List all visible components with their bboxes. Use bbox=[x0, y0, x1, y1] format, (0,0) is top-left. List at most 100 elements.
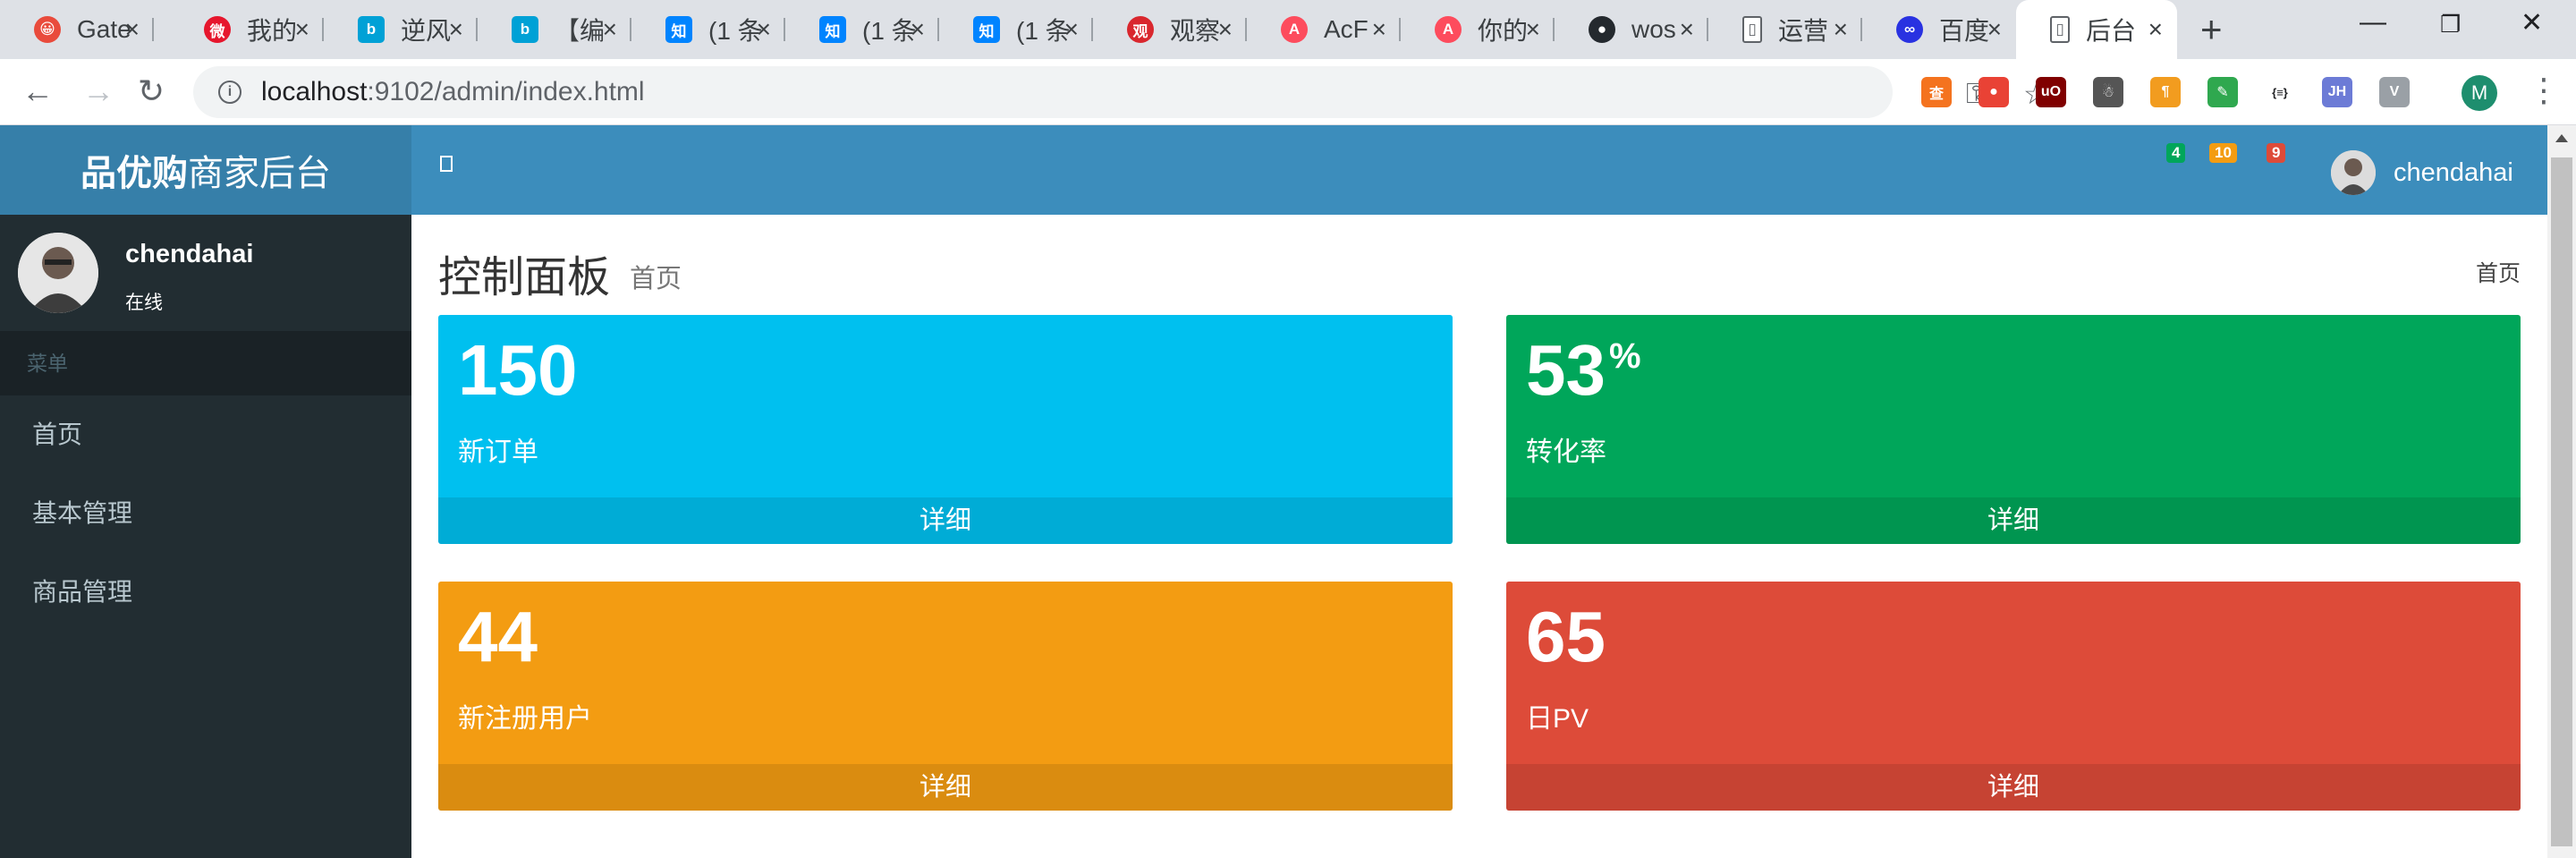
browser-tab[interactable]: b 逆风 × bbox=[324, 0, 478, 59]
header-avatar bbox=[2331, 150, 2376, 195]
user-avatar bbox=[18, 233, 98, 313]
page-scrollbar[interactable] bbox=[2547, 125, 2576, 858]
header-user-menu[interactable]: chendahai bbox=[2331, 150, 2513, 195]
close-window-button[interactable]: ✕ bbox=[2521, 7, 2543, 38]
extension-icon[interactable]: ☃ bbox=[2093, 77, 2123, 107]
tab-favicon-icon: ▯ bbox=[2050, 16, 2070, 43]
tab-close-icon[interactable]: × bbox=[449, 17, 463, 42]
browser-tab[interactable]: A AcF × bbox=[1247, 0, 1401, 59]
logo-text: 商家后台 bbox=[188, 154, 331, 193]
extension-icon[interactable]: V bbox=[2379, 77, 2410, 107]
stat-detail-link[interactable]: 详细 bbox=[438, 764, 1453, 811]
extension-icon[interactable]: JH bbox=[2322, 77, 2352, 107]
page-title: 控制面板 bbox=[438, 254, 611, 302]
tab-close-icon[interactable]: × bbox=[1218, 17, 1233, 42]
address-bar[interactable]: i localhost:9102/admin/index.html ⚿ ☆ bbox=[193, 66, 2049, 118]
tab-favicon-icon: 知 bbox=[973, 16, 1000, 43]
extension-icon[interactable]: uO bbox=[2036, 77, 2066, 107]
sidebar: chendahai 在线 菜单 首页 基本管理 商品管理 bbox=[0, 215, 411, 858]
tab-close-icon[interactable]: × bbox=[757, 17, 771, 42]
tab-favicon-icon: A bbox=[1281, 16, 1308, 43]
tab-title: 后台 bbox=[2086, 17, 2137, 45]
header-user-name: chendahai bbox=[2394, 157, 2513, 187]
tab-favicon-icon: 观 bbox=[1127, 16, 1154, 43]
tab-favicon-icon: ▯ bbox=[1742, 16, 1762, 43]
stat-number: 53 bbox=[1526, 330, 1606, 410]
minimize-button[interactable]: — bbox=[2360, 7, 2386, 38]
sidebar-menu-item[interactable]: 基本管理 bbox=[0, 474, 411, 553]
browser-tab[interactable]: 微我的 × bbox=[170, 0, 324, 59]
tab-favicon-icon: 😀 bbox=[34, 16, 61, 43]
notification-badge[interactable]: 10 bbox=[2209, 143, 2237, 163]
browser-tab[interactable]: ∞ 百度 × bbox=[1862, 0, 2016, 59]
back-icon[interactable]: ← bbox=[21, 73, 54, 109]
browser-tab[interactable]: 知 (1 条 × bbox=[785, 0, 939, 59]
browser-menu-icon[interactable]: ⋮ bbox=[2528, 72, 2560, 109]
scroll-up-icon[interactable] bbox=[2555, 134, 2568, 142]
extension-icon[interactable]: {≡} bbox=[2265, 77, 2295, 107]
browser-tab[interactable]: 知 (1 条 × bbox=[631, 0, 785, 59]
tab-close-icon[interactable]: × bbox=[1064, 17, 1079, 42]
url-path: :9102/admin/index.html bbox=[367, 77, 645, 106]
stat-number: 44 bbox=[458, 597, 538, 676]
extension-icon[interactable]: ¶ bbox=[2150, 77, 2181, 107]
browser-tab[interactable]: A 你的 × bbox=[1401, 0, 1555, 59]
tab-favicon-icon: 知 bbox=[665, 16, 692, 43]
forward-icon[interactable]: → bbox=[82, 73, 114, 109]
browser-tab[interactable]: 😀 Gate × bbox=[0, 0, 154, 59]
tab-close-icon[interactable]: × bbox=[125, 17, 140, 42]
page-subtitle: 首页 bbox=[630, 265, 682, 293]
stat-value: 150 bbox=[458, 329, 580, 412]
sidebar-menu-item[interactable]: 首页 bbox=[0, 395, 411, 474]
stat-card: 65 日PV 详细 bbox=[1506, 582, 2521, 811]
tab-close-icon[interactable]: × bbox=[1372, 17, 1386, 42]
tab-close-icon[interactable]: × bbox=[2148, 17, 2163, 42]
browser-tab[interactable]: b 【编 × bbox=[478, 0, 631, 59]
reload-icon[interactable]: ↻ bbox=[138, 73, 165, 109]
scrollbar-thumb[interactable] bbox=[2551, 157, 2572, 846]
new-tab-button[interactable]: + bbox=[2200, 11, 2223, 48]
tab-close-icon[interactable]: × bbox=[1834, 17, 1848, 42]
tab-favicon-icon: b bbox=[512, 16, 538, 43]
site-info-icon[interactable]: i bbox=[218, 81, 242, 104]
tab-favicon-icon: 微 bbox=[204, 16, 231, 43]
browser-tab[interactable]: ▯ 后台 × bbox=[2016, 0, 2177, 59]
stat-label: 新订单 bbox=[458, 437, 538, 467]
tab-close-icon[interactable]: × bbox=[603, 17, 617, 42]
main-content: 控制面板 首页 首页 150 新订单 详细 53% 转化率 详细 44 新注册用户 详细 65 日P… bbox=[411, 215, 2547, 858]
extension-icon[interactable]: ● bbox=[1979, 77, 2009, 107]
stat-card: 44 新注册用户 详细 bbox=[438, 582, 1453, 811]
stat-detail-link[interactable]: 详细 bbox=[1506, 764, 2521, 811]
sidebar-toggle-icon[interactable] bbox=[440, 156, 453, 172]
notification-badge[interactable]: 4 bbox=[2166, 143, 2186, 163]
notification-badge[interactable]: 9 bbox=[2267, 143, 2286, 163]
restore-button[interactable]: ❐ bbox=[2440, 11, 2461, 38]
browser-tab[interactable]: 知 (1 条 × bbox=[939, 0, 1093, 59]
tab-close-icon[interactable]: × bbox=[1987, 17, 2002, 42]
stat-suffix: % bbox=[1608, 336, 1641, 376]
extension-icon[interactable]: ✎ bbox=[2207, 77, 2238, 107]
breadcrumb[interactable]: 首页 bbox=[2476, 256, 2521, 288]
sidebar-menu-item[interactable]: 商品管理 bbox=[0, 553, 411, 632]
profile-avatar[interactable]: M bbox=[2462, 75, 2497, 111]
stat-detail-link[interactable]: 详细 bbox=[438, 497, 1453, 544]
browser-tab[interactable]: ● wos × bbox=[1555, 0, 1708, 59]
tab-close-icon[interactable]: × bbox=[911, 17, 925, 42]
tab-close-icon[interactable]: × bbox=[1526, 17, 1540, 42]
stat-label: 转化率 bbox=[1526, 437, 1606, 467]
extension-icon[interactable]: 查 bbox=[1921, 77, 1952, 107]
browser-tab[interactable]: 观观察 × bbox=[1093, 0, 1247, 59]
tab-favicon-icon: 知 bbox=[819, 16, 846, 43]
tab-favicon-icon: ● bbox=[1589, 16, 1615, 43]
browser-tab[interactable]: ▯ 运营 × bbox=[1708, 0, 1862, 59]
tab-close-icon[interactable]: × bbox=[295, 17, 309, 42]
url-text[interactable]: localhost:9102/admin/index.html bbox=[261, 77, 645, 107]
stat-detail-link[interactable]: 详细 bbox=[1506, 497, 2521, 544]
tab-favicon-icon: A bbox=[1435, 16, 1462, 43]
tab-close-icon[interactable]: × bbox=[1680, 17, 1694, 42]
stat-card: 53% 转化率详细 bbox=[1506, 315, 2521, 544]
tab-separator bbox=[152, 18, 154, 41]
admin-logo[interactable]: 品优购 商家后台 bbox=[0, 125, 411, 215]
admin-header: 品优购 商家后台 4 10 9 chendahai bbox=[0, 125, 2547, 215]
stat-label: 日PV bbox=[1526, 704, 1589, 734]
